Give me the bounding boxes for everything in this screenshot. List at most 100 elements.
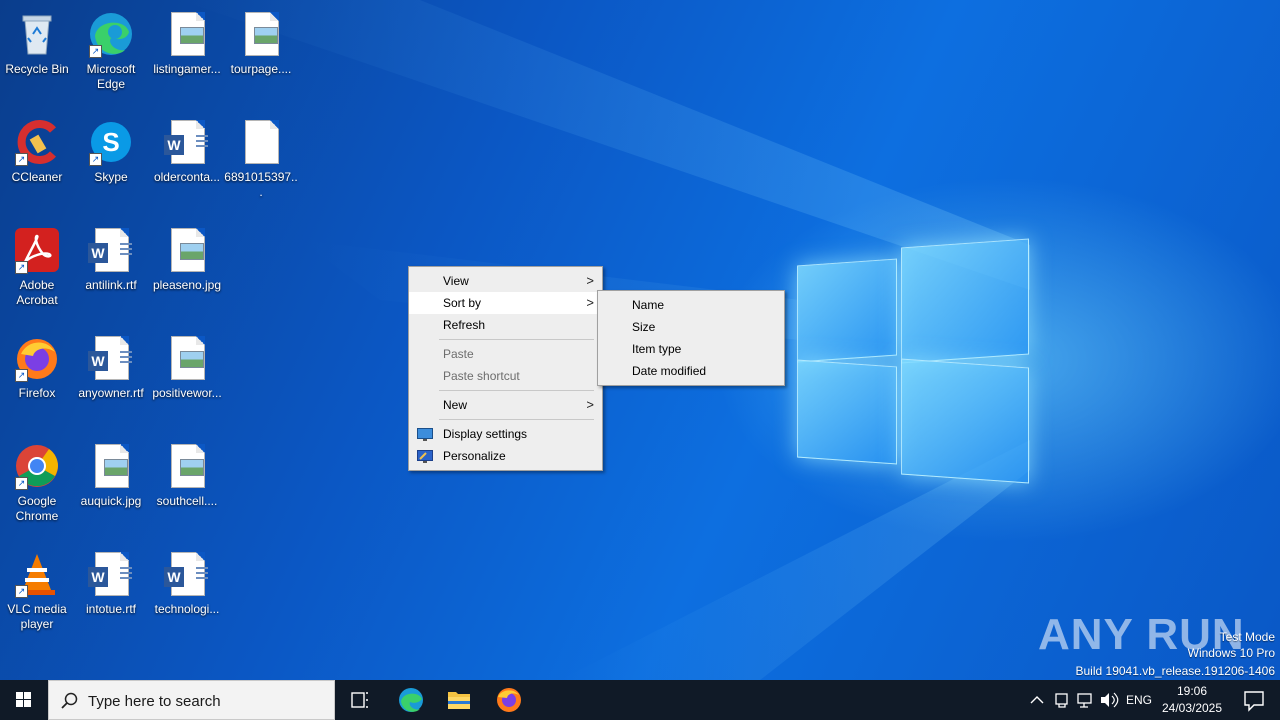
image-file-icon [163,334,211,382]
language-indicator[interactable]: ENG [1126,693,1152,707]
desktop-icon-olderconta[interactable]: W olderconta... [150,112,224,212]
desktop-icon-label: Recycle Bin [5,62,69,76]
word-file-icon: W [87,334,135,382]
sort-item-item-type[interactable]: Item type [598,338,784,360]
desktop-icon-label: auquick.jpg [80,494,142,508]
taskbar: Type here to search ENG 19:06 24/03/2025 [0,680,1280,720]
shortcut-arrow-icon: ↗ [15,585,28,598]
chevron-up-icon [1030,696,1044,704]
show-hidden-icons-button[interactable] [1028,680,1046,720]
build-label: Build 19041.vb_release.191206-1406 [1075,664,1276,678]
desktop-icon-ccleaner[interactable]: ↗ CCleaner [0,112,74,212]
desktop-icon-vlc[interactable]: ↗ VLC media player [0,544,74,644]
tray-app-icon [1055,693,1068,708]
desktop-icon-edge[interactable]: ↗ Microsoft Edge [74,4,148,104]
volume-button[interactable] [1098,680,1120,720]
desktop-icon-label: Microsoft Edge [86,62,136,91]
windows-start-icon [16,692,31,707]
menu-item-new[interactable]: New > [409,394,602,416]
start-button[interactable] [0,680,48,720]
shortcut-arrow-icon: ↗ [89,45,102,58]
menu-item-refresh[interactable]: Refresh [409,314,602,336]
taskbar-edge-button[interactable] [388,680,434,720]
desktop-icon-skype[interactable]: S ↗ Skype [74,112,148,212]
desktop-icon-intotue[interactable]: W intotue.rtf [74,544,148,644]
menu-item-label: Size [632,320,656,334]
desktop-icon-auquick[interactable]: auquick.jpg [74,436,148,536]
image-file-icon [163,10,211,58]
menu-item-label: Paste [443,347,474,361]
desktop-icon-antilink[interactable]: W antilink.rtf [74,220,148,320]
menu-item-paste-shortcut[interactable]: Paste shortcut [409,365,602,387]
taskbar-file-explorer-button[interactable] [436,680,482,720]
desktop-icon-anyowner[interactable]: W anyowner.rtf [74,328,148,428]
desktop-icon-label: intotue.rtf [85,602,137,616]
acrobat-icon: ↗ [13,226,61,274]
desktop-icon-label: positivewor... [152,386,222,400]
menu-item-sort-by[interactable]: Sort by > [409,292,602,314]
sort-item-name[interactable]: Name [598,294,784,316]
menu-item-label: Sort by [443,296,482,310]
desktop-icon-southcell[interactable]: southcell.... [150,436,224,536]
taskbar-search-box[interactable]: Type here to search [48,680,335,720]
desktop-icon-label: 6891015397... [224,170,298,199]
taskbar-firefox-button[interactable] [486,680,532,720]
menu-item-label: Display settings [443,427,528,441]
edge-icon: ↗ [87,10,135,58]
tray-app-button[interactable] [1052,680,1072,720]
menu-item-label: View [443,274,469,288]
menu-item-paste[interactable]: Paste [409,343,602,365]
desktop-icon-label: listingamer... [153,62,221,76]
desktop-icon-listingamer[interactable]: listingamer... [150,4,224,104]
image-file-icon [163,226,211,274]
desktop-icon-pleaseno[interactable]: pleaseno.jpg [150,220,224,320]
desktop-icon-label: olderconta... [153,170,221,184]
desktop-icon-firefox[interactable]: ↗ Firefox [0,328,74,428]
desktop-icon-tourpage[interactable]: tourpage.... [224,4,298,104]
menu-item-personalize[interactable]: Personalize [409,445,602,467]
action-center-button[interactable] [1232,680,1276,720]
menu-item-label: Refresh [443,318,486,332]
recycle-bin-icon [13,10,61,58]
menu-item-label: New [443,398,468,412]
chrome-icon: ↗ [13,442,61,490]
task-view-icon [351,692,368,708]
word-file-icon: W [163,118,211,166]
menu-item-view[interactable]: View > [409,270,602,292]
desktop-icon-label: pleaseno.jpg [152,278,222,292]
desktop-icon-google-chrome[interactable]: ↗ Google Chrome [0,436,74,536]
display-settings-icon [417,427,433,441]
folder-icon [448,692,470,709]
desktop-icon-6891015397[interactable]: 6891015397... [224,112,298,212]
windows-edition-label: Windows 10 Pro [1187,646,1275,660]
task-view-button[interactable] [338,680,382,720]
menu-separator [439,390,594,391]
submenu-arrow-icon: > [586,273,594,288]
desktop[interactable]: Recycle Bin ↗ Microsoft Edge listingamer… [0,0,1280,680]
word-file-icon: W [163,550,211,598]
menu-item-display-settings[interactable]: Display settings [409,423,602,445]
test-mode-label: Test Mode [1219,630,1275,644]
desktop-icon-label: southcell.... [156,494,218,508]
menu-separator [439,419,594,420]
sort-by-submenu: Name Size Item type Date modified [597,290,785,386]
shortcut-arrow-icon: ↗ [15,261,28,274]
menu-separator [439,339,594,340]
sort-item-date-modified[interactable]: Date modified [598,360,784,382]
menu-item-label: Item type [632,342,682,356]
svg-text:S: S [102,127,119,157]
desktop-icon-technologi[interactable]: W technologi... [150,544,224,644]
word-file-icon: W [87,550,135,598]
clock-date[interactable]: 24/03/2025 [1158,701,1226,715]
desktop-icon-adobe-acrobat[interactable]: ↗ Adobe Acrobat [0,220,74,320]
clock-time[interactable]: 19:06 [1162,684,1222,698]
volume-icon [1101,692,1119,708]
personalize-icon [417,449,433,463]
image-file-icon [87,442,135,490]
desktop-icon-positivewor[interactable]: positivewor... [150,328,224,428]
sort-item-size[interactable]: Size [598,316,784,338]
network-button[interactable] [1075,680,1095,720]
desktop-icon-recycle-bin[interactable]: Recycle Bin [0,4,74,104]
desktop-icon-label: VLC media player [7,602,67,631]
menu-item-label: Name [632,298,665,312]
